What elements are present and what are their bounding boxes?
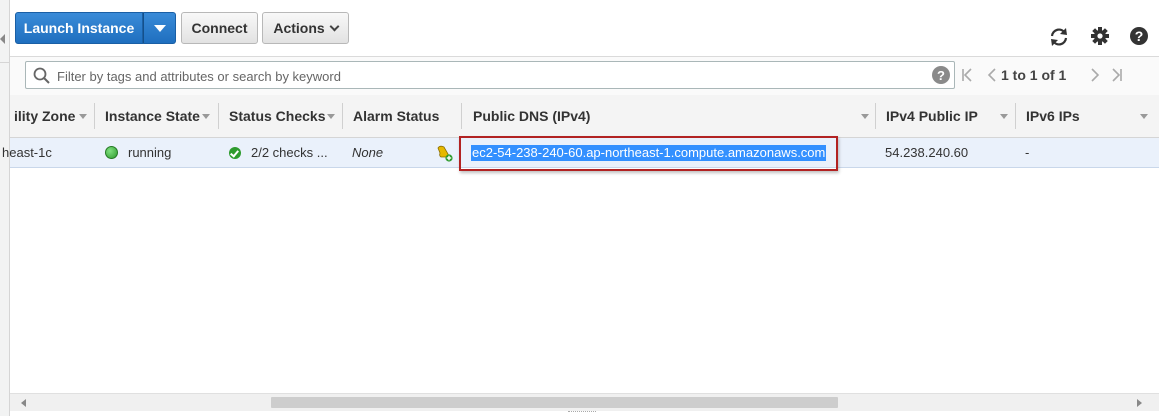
- instance-state-text: running: [128, 145, 172, 160]
- horizontal-scrollbar[interactable]: [10, 393, 1159, 411]
- left-panel-edge[interactable]: [0, 0, 10, 416]
- sort-caret-icon[interactable]: [202, 114, 210, 119]
- cell-instance-state: running: [105, 138, 171, 167]
- chevron-down-icon: [329, 21, 340, 31]
- column-header-ipv6-ips[interactable]: IPv6 IPs: [1026, 95, 1080, 137]
- column-header-ipv4-public-ip[interactable]: IPv4 Public IP: [886, 95, 978, 137]
- column-header-alarm-status[interactable]: Alarm Status: [353, 95, 439, 137]
- launch-instance-dropdown-button[interactable]: [143, 12, 176, 44]
- actions-label: Actions: [273, 20, 325, 36]
- column-divider[interactable]: [1015, 103, 1016, 129]
- resize-grip[interactable]: [568, 411, 596, 416]
- create-alarm-icon[interactable]: [435, 144, 453, 162]
- pagination-text: 1 to 1 of 1: [1001, 67, 1067, 83]
- search-help-icon[interactable]: ?: [932, 66, 950, 84]
- column-divider[interactable]: [342, 103, 343, 129]
- actions-button[interactable]: Actions: [262, 12, 349, 44]
- collapse-arrow-icon[interactable]: [0, 34, 5, 44]
- last-page-icon[interactable]: [1110, 67, 1124, 83]
- cell-status-checks[interactable]: 2/2 checks ...: [229, 138, 328, 167]
- next-page-icon[interactable]: [1088, 67, 1102, 83]
- scrollbar-thumb[interactable]: [271, 397, 838, 408]
- sort-caret-icon[interactable]: [1140, 114, 1148, 119]
- running-status-icon: [105, 146, 118, 159]
- column-divider[interactable]: [461, 103, 462, 129]
- gear-icon[interactable]: [1089, 25, 1111, 47]
- first-page-icon[interactable]: [960, 67, 974, 83]
- launch-instance-button[interactable]: Launch Instance: [15, 12, 143, 44]
- divider: [0, 62, 9, 63]
- search-icon: [33, 67, 50, 84]
- status-checks-text: 2/2 checks ...: [251, 145, 328, 160]
- table-header: ility Zone Instance State Status Checks …: [10, 95, 1159, 138]
- column-header-instance-state[interactable]: Instance State: [105, 95, 200, 137]
- highlight-annotation-box: [459, 136, 838, 171]
- search-input[interactable]: [55, 64, 919, 88]
- help-icon[interactable]: ?: [1128, 25, 1150, 47]
- column-divider[interactable]: [94, 103, 95, 129]
- column-divider[interactable]: [218, 103, 219, 129]
- column-divider[interactable]: [875, 103, 876, 129]
- scroll-right-icon[interactable]: [1137, 399, 1142, 407]
- sort-caret-icon[interactable]: [79, 114, 87, 119]
- cell-alarm-status: None: [352, 145, 384, 160]
- sort-caret-icon[interactable]: [861, 114, 869, 119]
- cell-ipv4-public-ip: 54.238.240.60: [885, 145, 969, 160]
- caret-down-icon: [153, 24, 166, 32]
- refresh-icon[interactable]: [1048, 26, 1070, 48]
- previous-page-icon[interactable]: [985, 67, 999, 83]
- check-circle-icon: [229, 146, 241, 159]
- scroll-left-icon[interactable]: [21, 399, 26, 407]
- sort-caret-icon[interactable]: [327, 114, 335, 119]
- column-header-status-checks[interactable]: Status Checks: [229, 95, 325, 137]
- column-header-availability-zone[interactable]: ility Zone: [14, 95, 75, 137]
- sort-caret-icon[interactable]: [1000, 114, 1008, 119]
- search-box[interactable]: ?: [25, 61, 955, 89]
- filter-bar: ? 1 to 1 of 1: [10, 56, 1159, 96]
- column-header-public-dns[interactable]: Public DNS (IPv4): [473, 95, 590, 137]
- cell-availability-zone: heast-1c: [2, 145, 52, 160]
- connect-button[interactable]: Connect: [181, 12, 258, 44]
- svg-text:?: ?: [1135, 28, 1144, 44]
- cell-ipv6-ips: -: [1025, 145, 1030, 160]
